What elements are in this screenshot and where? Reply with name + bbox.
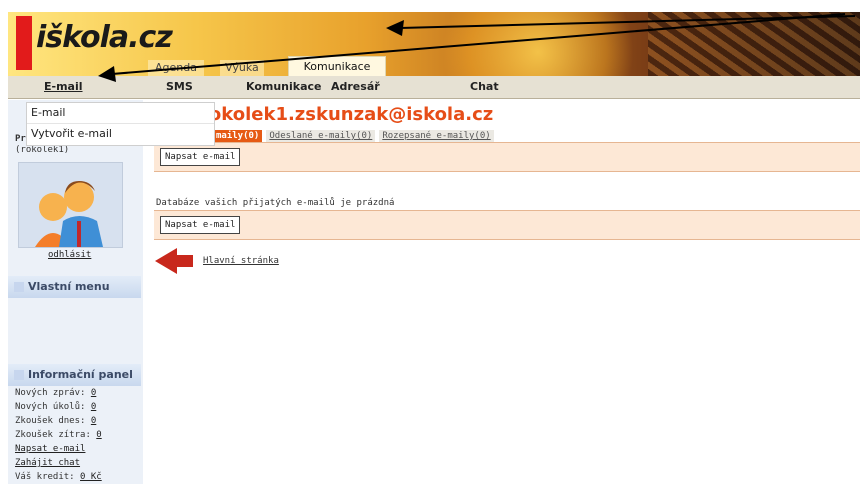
page-title: rokolek1.zskunzak@iskola.cz bbox=[200, 104, 494, 125]
tab-agenda[interactable]: Agenda bbox=[148, 60, 204, 76]
write-email-link[interactable]: Napsat e-mail bbox=[15, 444, 85, 454]
info-panel-title: Informační panel bbox=[28, 368, 133, 381]
dropdown-item-create-email[interactable]: Vytvořit e-mail bbox=[27, 123, 214, 144]
menu-sms[interactable]: SMS bbox=[166, 80, 193, 93]
back-arrow-icon[interactable] bbox=[155, 248, 195, 274]
start-chat-link[interactable]: Zahájit chat bbox=[15, 458, 80, 468]
compose-button[interactable]: Napsat e-mail bbox=[160, 148, 241, 166]
own-menu-title: Vlastní menu bbox=[28, 280, 110, 293]
menu-bar: E-mail SMS Komunikace Adresář Chat bbox=[8, 76, 860, 99]
avatar-illustration bbox=[35, 181, 103, 247]
logo-mark bbox=[16, 16, 32, 70]
info-tests-tomorrow: Zkoušek zítra: 0 bbox=[15, 430, 102, 440]
panel-icon bbox=[14, 370, 24, 380]
toolbar-top: Napsat e-mail bbox=[154, 142, 860, 172]
user-prefix: Pr bbox=[15, 134, 26, 144]
dropdown-item-email[interactable]: E-mail bbox=[27, 103, 214, 123]
credit-value[interactable]: 0 Kč bbox=[80, 472, 102, 482]
menu-email[interactable]: E-mail bbox=[44, 80, 83, 93]
menu-adresar[interactable]: Adresář bbox=[331, 80, 380, 93]
own-menu-header: Vlastní menu bbox=[8, 276, 141, 298]
toolbar-bottom: Napsat e-mail bbox=[154, 210, 860, 240]
avatar bbox=[18, 162, 123, 248]
menu-chat[interactable]: Chat bbox=[470, 80, 499, 93]
email-dropdown: E-mail Vytvořit e-mail bbox=[26, 102, 215, 146]
email-subtabs: maily(0) Odeslané e-maily(0) Rozepsané e-m… bbox=[213, 130, 498, 142]
logout-link[interactable]: odhlásit bbox=[48, 250, 91, 260]
tab-drafts[interactable]: Rozepsané e-maily(0) bbox=[379, 130, 494, 142]
info-panel-header: Informační panel bbox=[8, 364, 141, 386]
logo[interactable]: iškola.cz bbox=[36, 20, 173, 55]
tab-sent[interactable]: Odeslané e-maily(0) bbox=[266, 130, 376, 142]
tests-tomorrow-count[interactable]: 0 bbox=[96, 430, 101, 440]
info-new-messages: Nových zpráv: 0 bbox=[15, 388, 97, 398]
empty-message: Databáze vašich přijatých e-mailů je prá… bbox=[156, 198, 395, 208]
panel-icon bbox=[14, 282, 24, 292]
info-new-tasks: Nových úkolů: 0 bbox=[15, 402, 97, 412]
logo-text: iškola.cz bbox=[36, 20, 173, 55]
credit: Váš kredit: 0 Kč bbox=[15, 472, 102, 482]
home-link[interactable]: Hlavní stránka bbox=[203, 256, 279, 266]
tab-vyuka[interactable]: Výuka bbox=[220, 60, 264, 76]
new-messages-count[interactable]: 0 bbox=[91, 388, 96, 398]
banner-texture bbox=[648, 12, 860, 76]
info-tests-today: Zkoušek dnes: 0 bbox=[15, 416, 97, 426]
username: (rokolek1) bbox=[15, 145, 70, 155]
tab-received[interactable]: maily(0) bbox=[213, 130, 263, 142]
banner-light bbox=[428, 12, 648, 76]
new-tasks-count[interactable]: 0 bbox=[91, 402, 96, 412]
tab-komunikace[interactable]: Komunikace bbox=[288, 56, 386, 77]
compose-button[interactable]: Napsat e-mail bbox=[160, 216, 241, 234]
menu-komunikace[interactable]: Komunikace bbox=[246, 80, 322, 93]
tests-today-count[interactable]: 0 bbox=[91, 416, 96, 426]
